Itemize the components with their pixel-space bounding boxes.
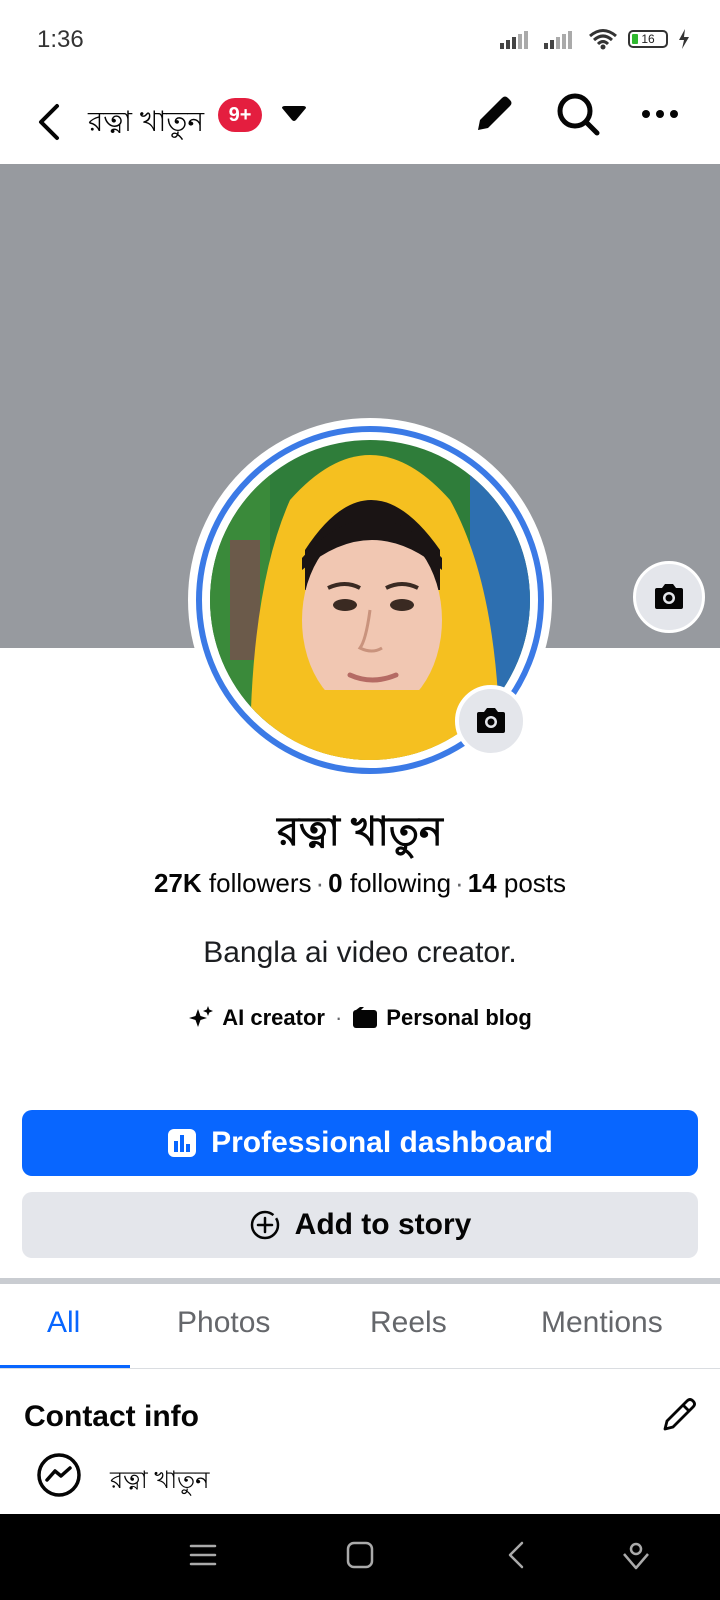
page-title[interactable]: রত্না খাতুন <box>88 100 204 147</box>
sparkle-icon <box>189 1006 214 1027</box>
edit-contact-info-button[interactable] <box>660 1396 698 1439</box>
pencil-icon <box>478 96 512 130</box>
search-icon <box>557 93 600 136</box>
edit-button[interactable] <box>470 90 518 143</box>
blog-icon <box>353 1007 378 1028</box>
pencil-outline-icon <box>663 1398 696 1431</box>
category-ai-creator: AI creator <box>188 1005 325 1031</box>
battery-level: 16 <box>641 32 655 46</box>
status-time: 1:36 <box>37 26 84 53</box>
more-icon <box>642 110 678 118</box>
contact-info-title: Contact info <box>24 1400 199 1433</box>
status-bar: 1:36 16 <box>0 0 720 80</box>
camera-icon <box>655 584 683 609</box>
battery-icon: 16 <box>628 30 668 48</box>
category-label: Personal blog <box>386 1005 532 1030</box>
assistant-icon[interactable] <box>620 1540 652 1572</box>
status-icons: 16 <box>500 28 690 50</box>
dashboard-icon <box>168 1129 197 1157</box>
following-link[interactable]: 0 following <box>328 868 451 898</box>
profile-name: রত্না খাতুন <box>277 810 443 854</box>
professional-dashboard-label: Professional dashboard <box>211 1126 553 1159</box>
tab-mentions[interactable]: Mentions <box>541 1306 663 1340</box>
signal-icon <box>544 31 572 49</box>
notification-badge[interactable]: 9+ <box>218 98 262 132</box>
active-tab-indicator <box>0 1365 130 1368</box>
profile-bio: Bangla ai video creator. <box>203 936 517 969</box>
category-separator: · <box>334 1005 343 1030</box>
search-button[interactable] <box>554 90 602 143</box>
tab-reels[interactable]: Reels <box>370 1306 447 1340</box>
messenger-icon <box>37 1453 81 1497</box>
menu-icon[interactable] <box>188 1540 218 1570</box>
followers-count: 27K <box>153 868 202 898</box>
edit-profile-picture-button[interactable] <box>455 685 527 757</box>
stats-separator: · <box>315 868 325 898</box>
profile-tabs: All Photos Reels Mentions <box>0 1284 720 1369</box>
top-app-bar: রত্না খাতুন 9+ <box>0 80 720 164</box>
home-icon[interactable] <box>345 1540 375 1570</box>
wifi-icon <box>589 29 617 50</box>
messenger-label: রত্না খাতুন <box>110 1467 210 1494</box>
posts-label: posts <box>503 868 567 898</box>
following-count: 0 <box>328 868 343 898</box>
back-button[interactable] <box>28 94 68 150</box>
profile-stats: 27K followers · 0 following · 14 posts <box>0 868 720 899</box>
professional-dashboard-button[interactable]: Professional dashboard <box>22 1110 698 1176</box>
posts-count: 14 <box>467 868 497 898</box>
caret-down-icon <box>282 106 306 121</box>
add-to-story-button[interactable]: Add to story <box>22 1192 698 1258</box>
back-icon <box>39 104 59 140</box>
nav-back-icon[interactable] <box>502 1540 532 1570</box>
charging-icon <box>679 29 689 49</box>
messenger-contact-row[interactable]: রত্না খাতুন <box>34 1450 634 1510</box>
tab-photos[interactable]: Photos <box>177 1306 270 1340</box>
profile-categories: AI creator · Personal blog <box>0 1005 720 1031</box>
system-navigation-bar <box>0 1514 720 1600</box>
following-label: following <box>349 868 452 898</box>
stats-separator: · <box>455 868 464 898</box>
followers-label: followers <box>208 868 312 898</box>
followers-link[interactable]: 27K followers <box>154 868 312 898</box>
tab-all[interactable]: All <box>47 1306 80 1340</box>
signal-icon <box>500 31 528 49</box>
more-options-button[interactable] <box>640 90 680 143</box>
camera-icon <box>477 708 505 733</box>
edit-cover-photo-button[interactable] <box>633 561 705 633</box>
category-personal-blog: Personal blog <box>352 1005 532 1031</box>
add-to-story-label: Add to story <box>294 1208 472 1241</box>
posts-link[interactable]: 14 posts <box>468 868 566 898</box>
add-circle-icon <box>250 1210 279 1240</box>
category-label: AI creator <box>222 1005 325 1030</box>
profile-switcher-button[interactable] <box>280 104 308 129</box>
